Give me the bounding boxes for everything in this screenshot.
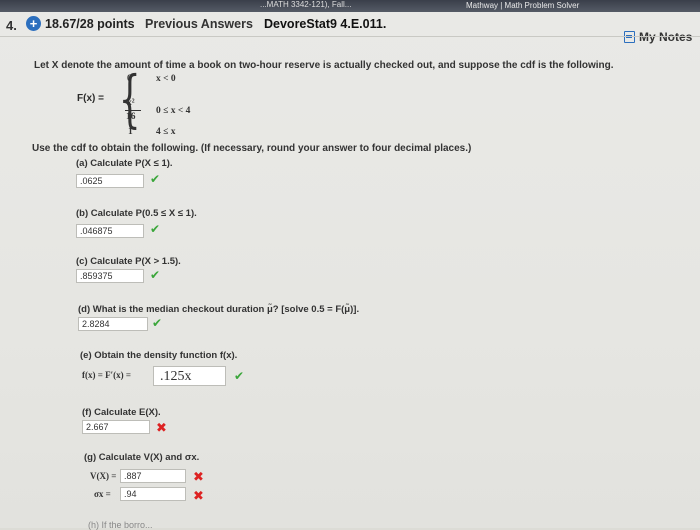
browser-tab[interactable]: ...MATH 3342-121), Fall... [260, 0, 351, 9]
part-h-label: (h) If the borro... [88, 520, 153, 530]
part-e-answer-field[interactable]: .125x [153, 366, 226, 386]
std-dev-answer-field[interactable]: .94 [120, 487, 186, 501]
question-page: 4. + 18.67/28 points Previous Answers De… [0, 12, 700, 530]
cdf-label: F(x) = [77, 93, 104, 104]
part-f-answer-field[interactable]: 2.667 [82, 420, 150, 434]
browser-tab-strip: ...MATH 3342-121), Fall... Mathway | Mat… [0, 0, 700, 12]
std-dev-label: σx = [94, 489, 111, 499]
part-f-label: (f) Calculate E(X). [82, 407, 161, 418]
correct-check-icon: ✔ [152, 316, 163, 330]
instruction-text: Use the cdf to obtain the following. (If… [32, 143, 472, 154]
fraction-bar [125, 110, 141, 111]
part-g-label: (g) Calculate V(X) and σx. [84, 452, 200, 463]
piece-condition-3: 4 ≤ x [156, 127, 176, 137]
notes-icon [624, 31, 635, 43]
piece-condition-2: 0 ≤ x < 4 [156, 106, 191, 116]
my-notes-button[interactable]: My Notes [624, 30, 692, 44]
browser-tab-mathway[interactable]: Mathway | Math Problem Solver [466, 1, 579, 10]
incorrect-x-icon: ✖ [156, 420, 167, 435]
variance-answer-field[interactable]: .887 [120, 469, 186, 483]
previous-answers-link[interactable]: Previous Answers [145, 17, 253, 31]
expand-plus-icon[interactable]: + [26, 16, 41, 31]
correct-check-icon: ✔ [150, 268, 161, 282]
incorrect-x-icon: ✖ [193, 469, 204, 484]
part-c-answer-field[interactable]: .859375 [76, 269, 144, 283]
correct-check-icon: ✔ [150, 172, 161, 186]
points-score: 18.67/28 points [45, 17, 135, 31]
density-prefix: f(x) = F′(x) = [82, 370, 132, 380]
incorrect-x-icon: ✖ [193, 488, 204, 503]
part-c-label: (c) Calculate P(X > 1.5). [76, 256, 181, 267]
variance-label: V(X) = [90, 471, 117, 481]
my-notes-label: My Notes [639, 30, 693, 44]
piece-denominator-2: 16 [126, 112, 136, 122]
piece-condition-1: x < 0 [156, 74, 176, 84]
part-d-label: (d) What is the median checkout duration… [78, 304, 360, 315]
piece-numerator-2: x² [127, 98, 135, 108]
part-a-answer-field[interactable]: .0625 [76, 174, 144, 188]
question-number: 4. [6, 18, 17, 33]
piece-value-3: 1 [128, 127, 133, 137]
part-a-label: (a) Calculate P(X ≤ 1). [76, 158, 173, 169]
part-d-answer-field[interactable]: 2.8284 [78, 317, 148, 331]
piece-value-1: 0 [127, 74, 132, 84]
header-divider [0, 36, 700, 37]
part-e-label: (e) Obtain the density function f(x). [80, 350, 238, 361]
part-b-label: (b) Calculate P(0.5 ≤ X ≤ 1). [76, 208, 197, 219]
correct-check-icon: ✔ [150, 222, 161, 236]
part-b-answer-field[interactable]: .046875 [76, 224, 144, 238]
problem-code: DevoreStat9 4.E.011. [264, 17, 387, 31]
correct-check-icon: ✔ [234, 369, 245, 383]
